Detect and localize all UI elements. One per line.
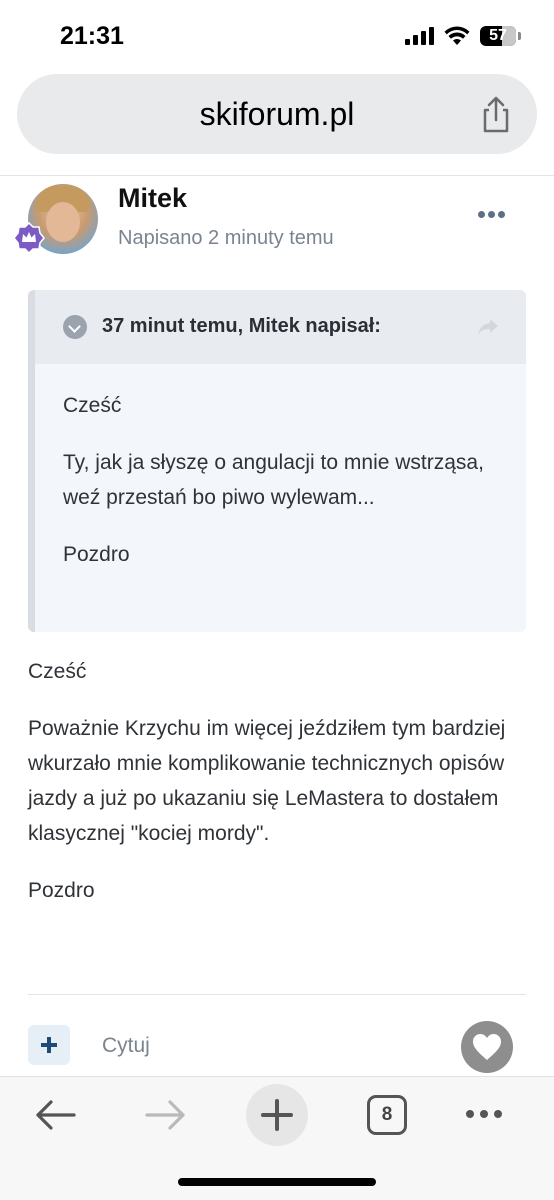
post-divider — [28, 994, 526, 995]
multiquote-plus-button[interactable] — [28, 1025, 70, 1065]
back-arrow-icon[interactable] — [34, 1099, 76, 1131]
status-time: 21:31 — [60, 22, 124, 50]
wifi-icon — [444, 26, 470, 45]
post-paragraph: Cześć — [28, 660, 87, 683]
browser-toolbar: 8 — [0, 1076, 554, 1200]
new-tab-plus-icon[interactable] — [246, 1084, 308, 1146]
quote-paragraph: Ty, jak ja słyszę o angulacji to mnie ws… — [63, 451, 484, 509]
quote-header[interactable]: 37 minut temu, Mitek napisał: — [35, 290, 526, 364]
signal-icon — [405, 27, 434, 45]
quote-paragraph: Cześć — [63, 394, 122, 417]
rank-badge-icon — [13, 222, 45, 254]
battery-level: 57 — [489, 27, 507, 44]
post-paragraph: Poważnie Krzychu im więcej jeździłem tym… — [28, 717, 506, 845]
post-paragraph: Pozdro — [28, 879, 95, 902]
quote-paragraph: Pozdro — [63, 543, 130, 566]
more-icon[interactable] — [466, 1110, 502, 1118]
divider — [0, 175, 554, 176]
like-heart-button[interactable] — [461, 1021, 513, 1073]
quote-body: Cześć Ty, jak ja słyszę o angulacji to m… — [63, 388, 503, 594]
address-bar[interactable]: skiforum.pl — [17, 74, 537, 154]
post-body: Cześć Poważnie Krzychu im więcej jeździł… — [28, 654, 528, 930]
tabs-icon[interactable]: 8 — [367, 1095, 407, 1135]
quote-link-icon[interactable] — [476, 317, 500, 337]
status-icons: 57 — [405, 26, 521, 46]
forward-arrow-icon[interactable] — [145, 1099, 187, 1131]
more-options-icon[interactable] — [478, 211, 505, 218]
author-name[interactable]: Mitek — [118, 183, 187, 214]
heart-icon — [473, 1034, 501, 1060]
chevron-down-icon[interactable] — [63, 315, 87, 339]
share-icon[interactable] — [479, 96, 513, 134]
quote-block: 37 minut temu, Mitek napisał: Cześć Ty, … — [28, 290, 526, 632]
url-text[interactable]: skiforum.pl — [17, 96, 537, 133]
home-indicator — [178, 1178, 376, 1186]
battery-icon: 57 — [480, 26, 521, 46]
status-bar: 21:31 57 — [0, 0, 554, 70]
post-timestamp: Napisano 2 minuty temu — [118, 227, 334, 249]
quote-citation: 37 minut temu, Mitek napisał: — [102, 315, 381, 337]
quote-button[interactable]: Cytuj — [102, 1034, 150, 1058]
